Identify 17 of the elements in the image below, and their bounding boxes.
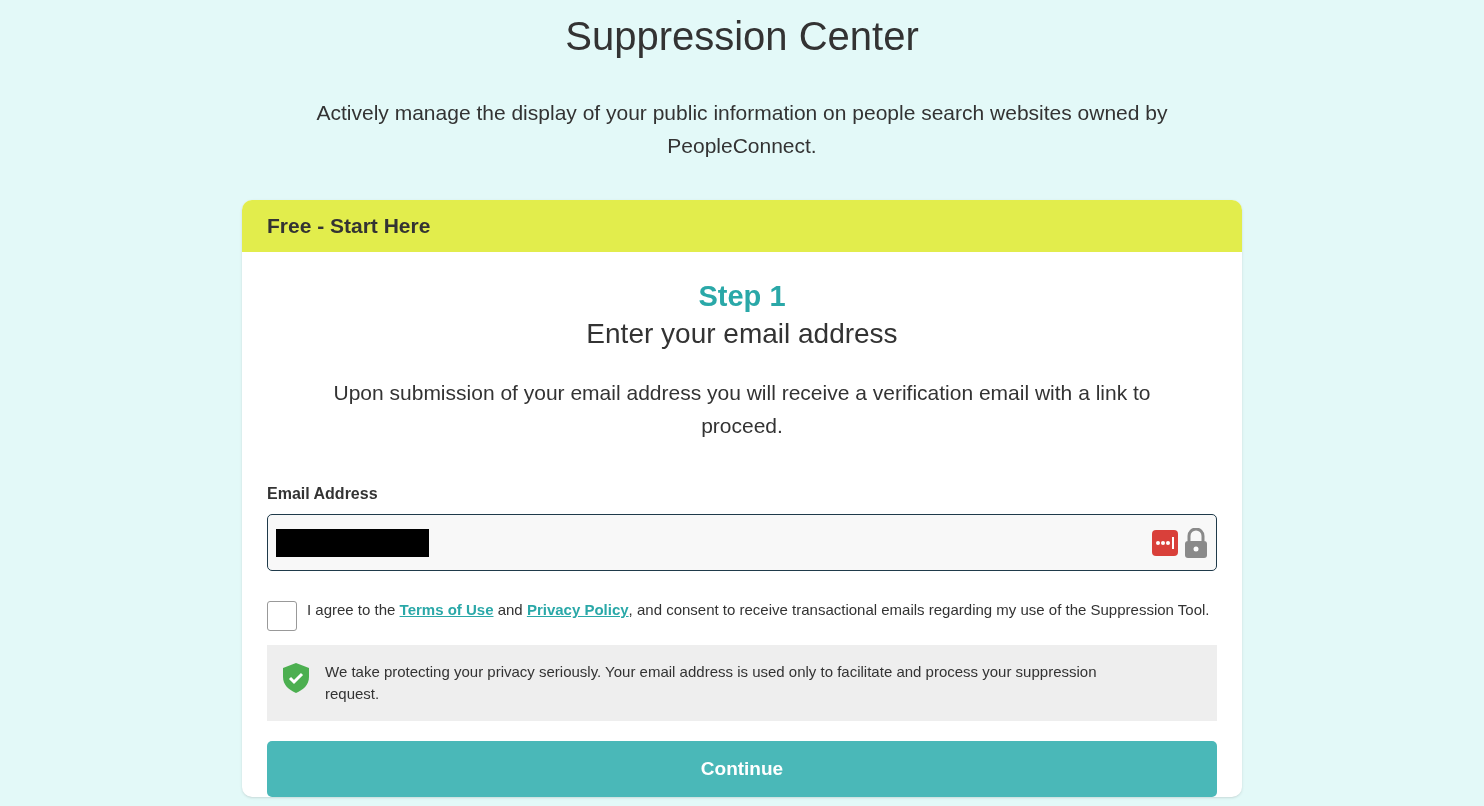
continue-button[interactable]: Continue [267, 741, 1217, 797]
card-header-title: Free - Start Here [267, 213, 431, 240]
checkbox[interactable] [267, 601, 297, 631]
shield-check-icon [283, 663, 309, 693]
field-label: Email Address [267, 484, 378, 504]
step-heading: Enter your email address [586, 317, 898, 351]
step-description: Upon submission of your email address you will receive a verification email with a link to proceed. [332, 380, 1152, 439]
step-label: Step 1 [698, 279, 786, 314]
page-subtitle: Actively manage the display of your public information on people search websites owned by PeopleConnect. [315, 100, 1169, 159]
privacy-note: We take protecting your privacy seriously. Your email address is used only to facilitate and process your suppression request. [325, 662, 1098, 704]
email-field[interactable] [267, 514, 1217, 571]
consent-text: I agree to the Terms of Use and Privacy Policy, and consent to receive transactional emails regarding my use of the Suppression Tool. [307, 600, 1210, 620]
privacy-link[interactable]: Privacy Policy [526, 601, 629, 618]
lock-icon[interactable] [1184, 527, 1208, 558]
page-title: Suppression Center [565, 13, 919, 60]
terms-link[interactable]: Terms of Use [399, 601, 494, 618]
password-manager-icon[interactable] [1152, 529, 1178, 556]
